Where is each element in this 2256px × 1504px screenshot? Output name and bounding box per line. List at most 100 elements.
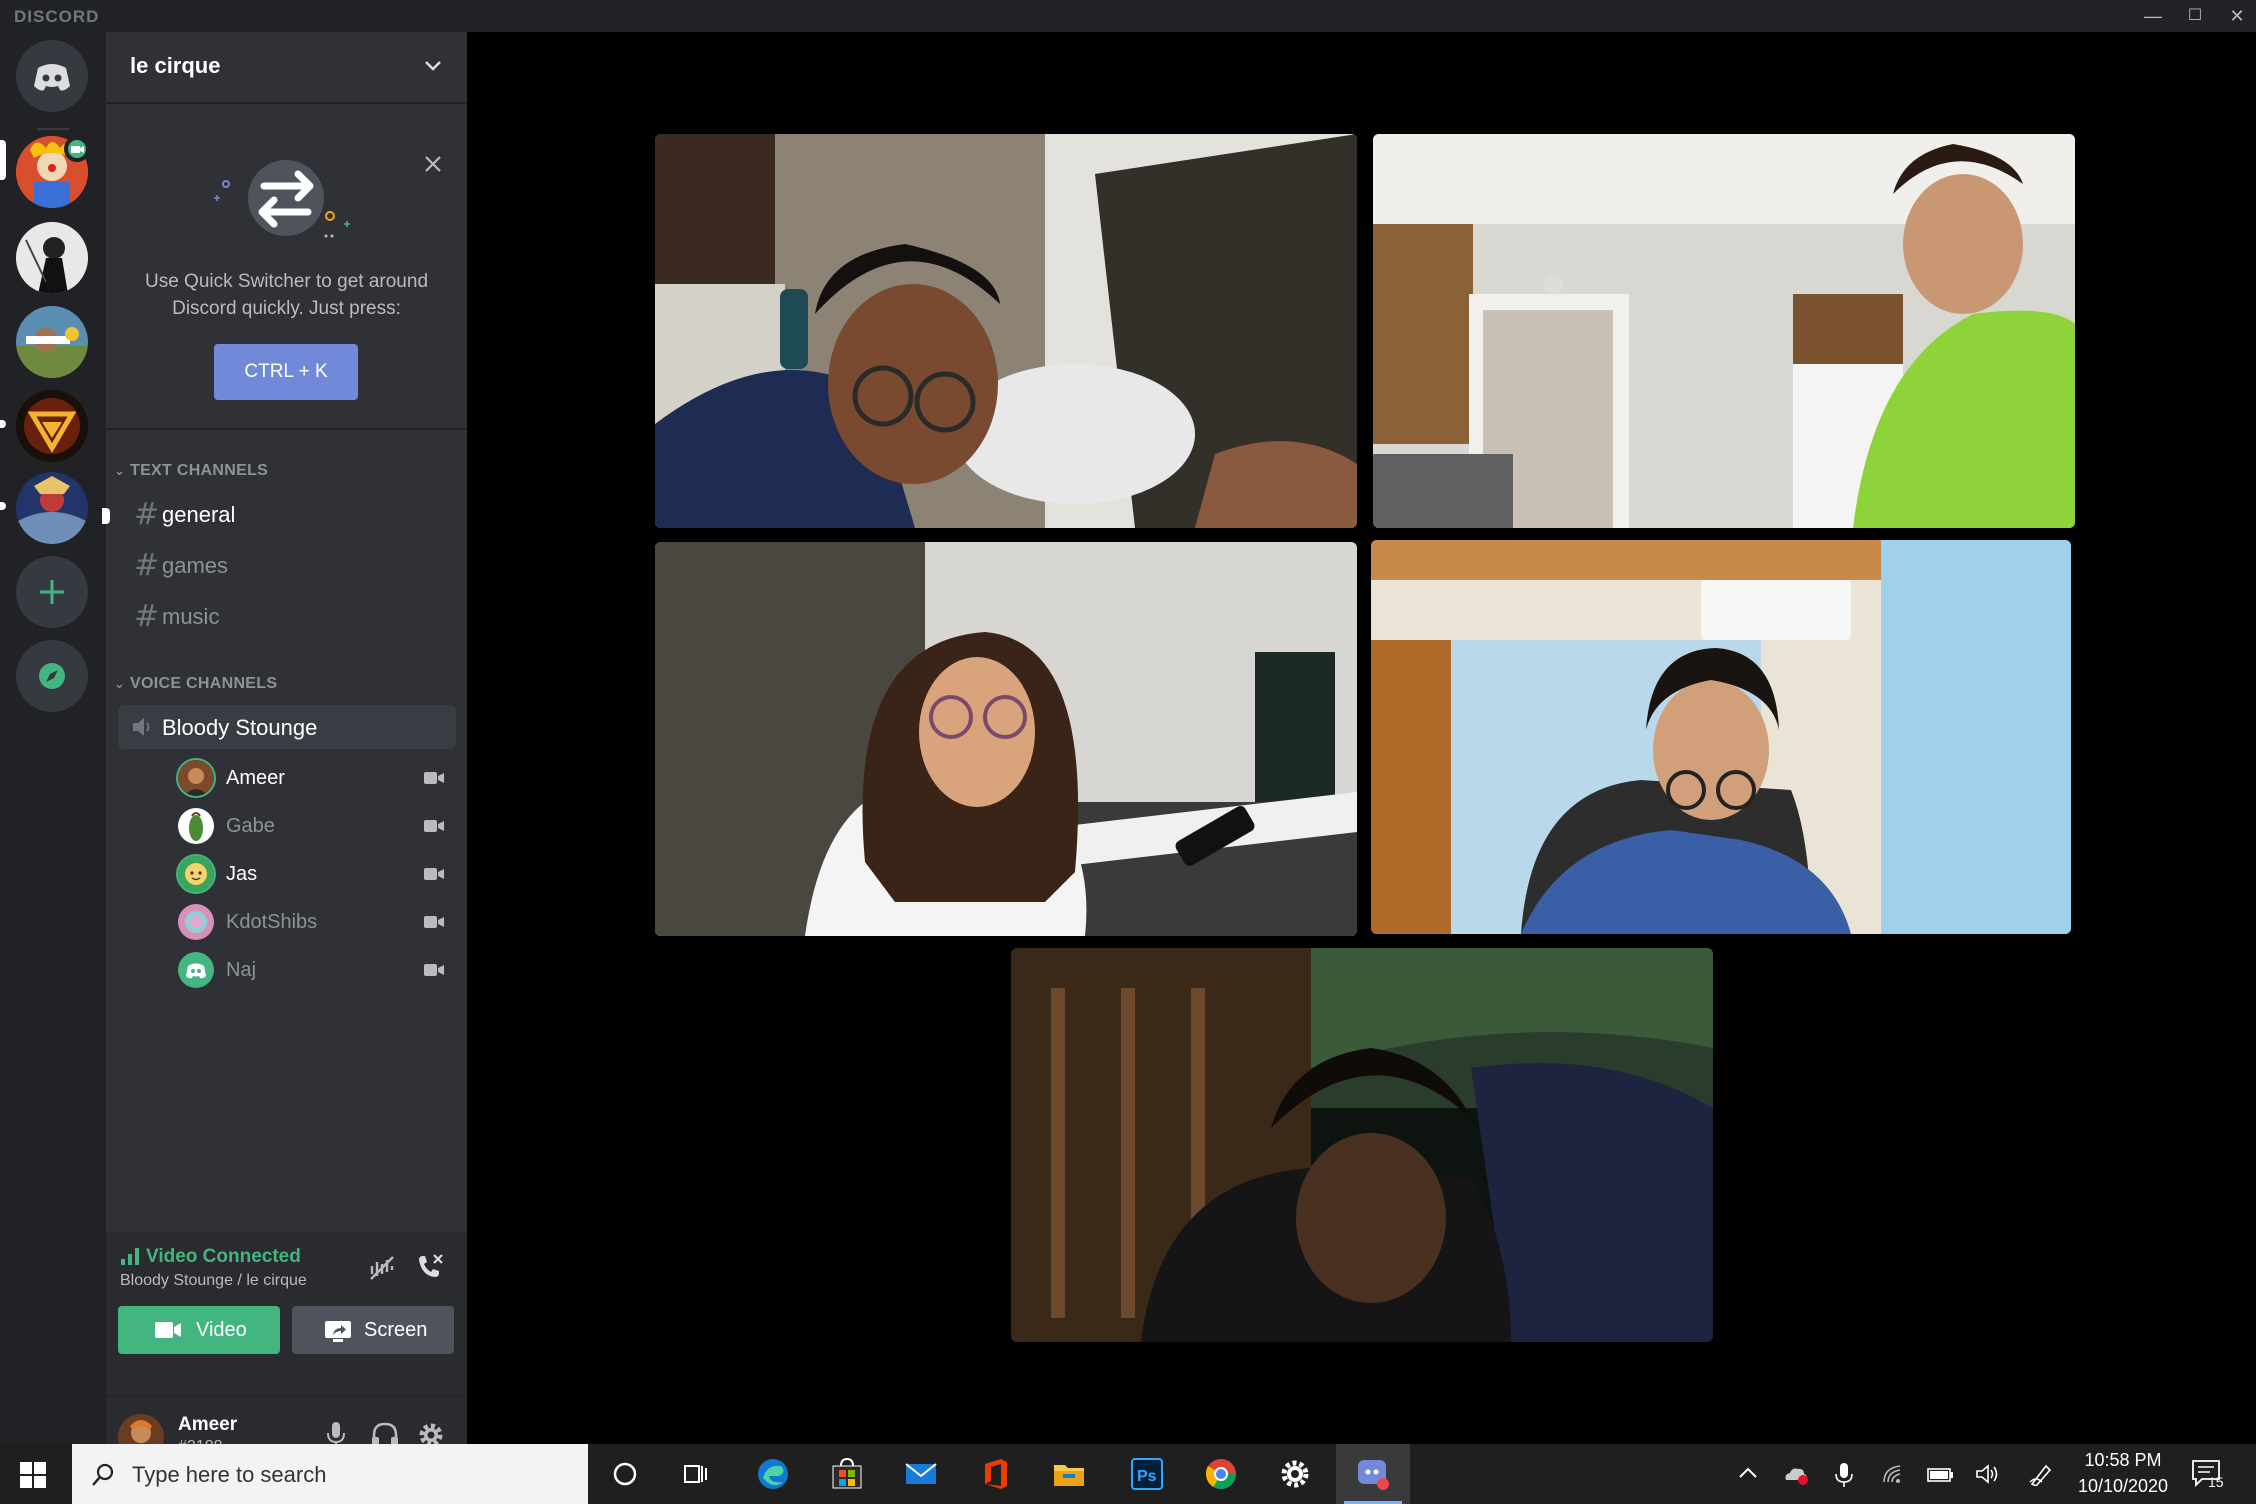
taskbar-search-box[interactable]: Type here to search	[72, 1444, 588, 1504]
close-icon[interactable]	[423, 154, 443, 174]
photoshop-icon: Ps	[1131, 1458, 1163, 1490]
store-app[interactable]	[810, 1444, 884, 1504]
svg-text:Ps: Ps	[1137, 1468, 1157, 1485]
channel-label: music	[162, 604, 220, 629]
close-window-button[interactable]: ✕	[2222, 4, 2252, 28]
ameer-avatar	[178, 760, 214, 796]
video-camera-icon	[155, 1322, 181, 1338]
explore-servers-button[interactable]	[16, 640, 88, 712]
maximize-button[interactable]: ☐	[2180, 4, 2210, 28]
video-tile-5[interactable]	[1011, 948, 1713, 1342]
task-view-button[interactable]	[658, 1444, 732, 1504]
voice-channel-bloody-stounge[interactable]: Bloody Stounge	[118, 705, 456, 749]
hash-icon: #	[134, 599, 160, 634]
avatar	[178, 904, 214, 940]
avatar	[178, 808, 214, 844]
video-tile-4[interactable]	[1371, 540, 2071, 934]
bw-photo-server-icon	[16, 222, 88, 294]
server-2[interactable]	[16, 222, 88, 294]
channel-label: Bloody Stounge	[162, 715, 318, 740]
mail-icon	[905, 1463, 937, 1484]
store-icon	[832, 1457, 862, 1489]
search-icon	[92, 1463, 114, 1486]
edge-app[interactable]	[736, 1444, 810, 1504]
office-app[interactable]	[958, 1444, 1032, 1504]
video-toggle-button[interactable]: Video	[118, 1306, 280, 1354]
category-text-channels[interactable]: ⌄ TEXT CHANNELS	[114, 462, 268, 480]
unread-pill	[102, 508, 110, 524]
onedrive-error-icon[interactable]	[1782, 1462, 1810, 1486]
voice-user-name: Gabe	[226, 815, 275, 837]
category-label: VOICE CHANNELS	[130, 675, 278, 692]
screen-share-button[interactable]: Screen	[292, 1306, 454, 1354]
guild-header[interactable]: le cirque	[106, 32, 467, 104]
voice-user-jas[interactable]: Jas	[170, 854, 448, 894]
video-camera-icon	[424, 820, 444, 832]
plus-icon	[40, 580, 64, 604]
video-camera-icon	[424, 964, 444, 976]
voice-user-ameer[interactable]: Ameer	[170, 758, 448, 798]
clock-date[interactable]: 10/10/2020	[2068, 1476, 2178, 1497]
discord-app[interactable]	[1336, 1444, 1410, 1504]
windows-taskbar: Type here to search Ps 10:58 PM 10/10/20…	[0, 1444, 2256, 1504]
quick-switcher-card: Use Quick Switcher to get around Discord…	[106, 106, 467, 430]
chrome-app[interactable]	[1184, 1444, 1258, 1504]
server-3[interactable]	[16, 306, 88, 378]
photoshop-app[interactable]: Ps	[1110, 1444, 1184, 1504]
home-button[interactable]	[16, 40, 88, 112]
video-tile-2[interactable]	[1373, 134, 2075, 528]
video-tile-1[interactable]	[655, 134, 1357, 528]
chevron-down-icon	[425, 61, 441, 71]
clock-time[interactable]: 10:58 PM	[2068, 1450, 2178, 1471]
server-4[interactable]	[16, 390, 88, 462]
voice-user-gabe[interactable]: Gabe	[170, 806, 448, 846]
disconnect-call-icon[interactable]	[414, 1252, 444, 1282]
volume-icon[interactable]	[1974, 1462, 2002, 1486]
settings-app[interactable]	[1258, 1444, 1332, 1504]
triangle-logo-server-icon	[16, 390, 88, 462]
notification-count: 15	[2208, 1474, 2224, 1490]
voice-user-naj[interactable]: Naj	[170, 950, 448, 990]
chevron-down-icon: ⌄	[114, 676, 126, 691]
microphone-icon[interactable]	[1832, 1462, 1856, 1488]
live-video-badge	[64, 136, 90, 162]
voice-status-label[interactable]: Video Connected	[146, 1246, 301, 1268]
channel-general[interactable]: # general	[118, 492, 456, 536]
minimize-button[interactable]: —	[2138, 4, 2168, 28]
participant-video-feed	[1373, 134, 2075, 528]
camera-icon	[71, 146, 84, 153]
user-name[interactable]: Ameer	[178, 1414, 237, 1436]
video-tile-3[interactable]	[655, 542, 1357, 936]
voice-user-kdotshibs[interactable]: KdotShibs	[170, 902, 448, 942]
screen-share-label: Screen	[364, 1319, 428, 1341]
category-label: TEXT CHANNELS	[130, 462, 269, 479]
search-placeholder: Type here to search	[132, 1462, 327, 1487]
signal-strength-icon[interactable]	[120, 1246, 142, 1266]
chevron-up-icon[interactable]	[1736, 1462, 1760, 1486]
channel-games[interactable]: # games	[118, 543, 456, 587]
quick-switcher-shortcut-button[interactable]: CTRL + K	[214, 344, 358, 400]
battery-icon[interactable]	[1926, 1462, 1954, 1486]
anime-server-icon	[16, 472, 88, 544]
server-5[interactable]	[16, 472, 88, 544]
add-server-button[interactable]	[16, 556, 88, 628]
voice-user-name: KdotShibs	[226, 911, 318, 933]
mail-app[interactable]	[884, 1444, 958, 1504]
discord-icon	[1358, 1460, 1389, 1490]
category-voice-channels[interactable]: ⌄ VOICE CHANNELS	[114, 675, 277, 693]
file-explorer-app[interactable]	[1032, 1444, 1106, 1504]
participant-video-feed	[655, 542, 1357, 936]
compass-icon	[39, 663, 65, 689]
channel-music[interactable]: # music	[118, 594, 456, 638]
noise-suppression-icon[interactable]	[368, 1254, 396, 1282]
windows-start-icon[interactable]	[18, 1460, 48, 1490]
participant-video-feed	[1371, 540, 2071, 934]
avatar	[178, 760, 214, 796]
wifi-icon[interactable]	[1880, 1462, 1908, 1486]
participant-video-feed	[655, 134, 1357, 528]
voice-status-detail[interactable]: Bloody Stounge / le cirque	[120, 1272, 307, 1290]
unread-pill	[0, 502, 6, 510]
cortana-button[interactable]	[588, 1444, 662, 1504]
quick-switcher-arrows-icon	[214, 160, 350, 238]
pen-ink-icon[interactable]	[2028, 1462, 2054, 1486]
